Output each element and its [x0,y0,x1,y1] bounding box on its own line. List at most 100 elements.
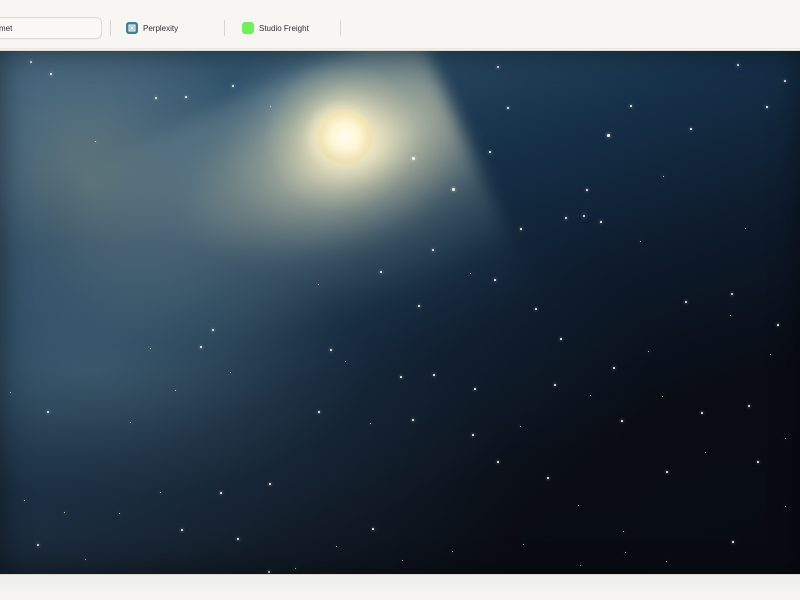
star [777,324,779,326]
star [380,271,382,273]
star [748,405,750,407]
star [64,512,66,514]
star [640,241,642,243]
star [181,529,183,531]
star [523,544,525,546]
star [489,151,491,153]
star [507,107,509,109]
star [270,106,272,108]
perplexity-icon [126,22,138,34]
star [433,374,435,376]
star [95,141,97,143]
star [701,412,703,414]
star [580,565,582,567]
star [625,552,627,554]
tab-perplexity[interactable]: Perplexity [126,17,216,39]
star [731,293,734,296]
tab-divider [340,20,341,36]
star [497,66,500,69]
star [560,338,562,340]
star [370,423,372,425]
star [648,351,650,353]
star [212,329,214,331]
star [472,434,474,436]
star [150,348,152,350]
star [432,249,434,251]
star [155,97,157,99]
tab-label: Perplexity [143,23,179,33]
star [547,477,549,479]
tab-divider [110,20,111,36]
star [663,176,665,178]
star [607,134,610,137]
star [623,531,625,533]
star [336,546,338,548]
star [630,105,632,107]
star [565,217,567,219]
window-bottom-edge [0,575,800,600]
star [520,228,522,230]
star [583,215,586,218]
star [586,189,588,191]
star [785,438,787,440]
star [85,559,87,561]
star [745,228,747,230]
star [412,419,414,421]
star [452,551,454,553]
star [554,384,556,386]
tab-divider [224,20,225,36]
star [268,571,270,573]
browser-window: met Perplexity Studio Freight [0,0,800,600]
star [535,308,537,310]
star [345,361,347,363]
star [613,367,615,369]
star [730,315,732,317]
star [50,73,52,75]
star [705,452,707,454]
star [690,128,692,130]
star [452,188,455,191]
star [237,538,239,540]
star [590,395,592,397]
star [402,560,404,562]
tab-studio-freight[interactable]: Studio Freight [242,17,332,39]
star [220,492,222,494]
star [412,157,415,160]
star [200,346,202,348]
star [732,541,734,543]
star [770,354,772,356]
star [737,64,739,66]
star [666,471,668,473]
tab-bar: met Perplexity Studio Freight [0,0,800,49]
star [494,279,496,281]
star [232,85,234,87]
star [24,500,26,502]
tab-label: met [0,23,13,33]
tab-label: Studio Freight [259,23,309,33]
star [318,411,320,413]
star [185,96,187,98]
star [418,305,420,307]
star [578,505,580,507]
star [30,61,32,63]
star [119,513,121,515]
page-content [0,50,800,575]
star [474,388,476,390]
star [10,392,12,394]
star [318,284,320,286]
star [520,426,522,428]
star [600,221,602,223]
tab-comet[interactable]: met [0,17,102,39]
star [766,106,768,108]
star [372,528,374,530]
star [785,506,787,508]
star [621,420,623,422]
star [662,396,664,398]
starfield [0,51,800,574]
star [685,301,687,303]
star [330,349,332,351]
star [130,422,132,424]
star [497,461,499,463]
star [47,411,49,413]
star [400,376,402,378]
